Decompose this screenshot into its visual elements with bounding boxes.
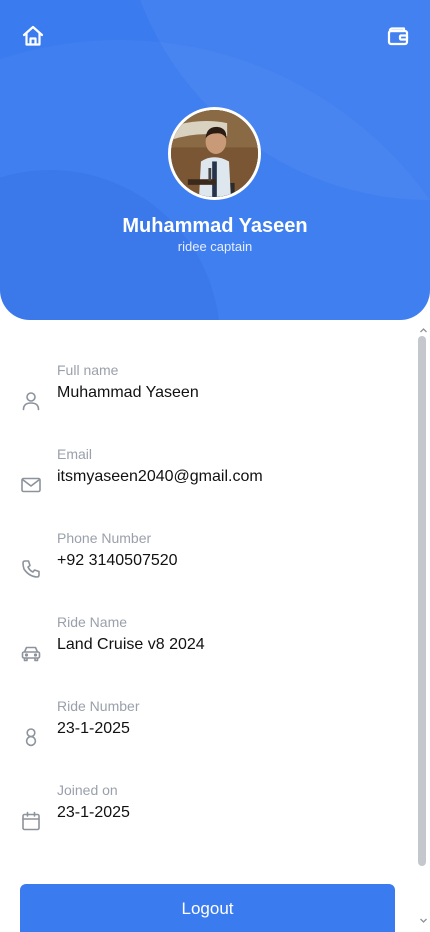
field-label: Ride Number <box>57 698 140 714</box>
field-value: itsmyaseen2040@gmail.com <box>57 468 263 485</box>
scroll-down-arrow-icon[interactable] <box>419 912 428 923</box>
field-value: Muhammad Yaseen <box>57 384 199 401</box>
field-joined-on: Joined on 23-1-2025 <box>0 782 410 842</box>
field-value: 23-1-2025 <box>57 804 130 821</box>
field-full-name: Full name Muhammad Yaseen <box>0 362 410 422</box>
field-label: Full name <box>57 362 119 378</box>
field-value: +92 3140507520 <box>57 552 178 569</box>
home-icon[interactable] <box>21 24 45 48</box>
profile-photo <box>171 110 258 197</box>
profile-role: ridee captain <box>177 239 253 254</box>
logout-button[interactable]: Logout <box>20 884 395 932</box>
car-icon <box>20 642 42 664</box>
field-label: Joined on <box>57 782 118 798</box>
wallet-icon[interactable] <box>386 24 410 48</box>
field-value: 23-1-2025 <box>57 720 130 737</box>
scroll-up-arrow-icon[interactable] <box>419 322 428 333</box>
scrollbar-thumb[interactable] <box>418 336 426 866</box>
field-phone: Phone Number +92 3140507520 <box>0 530 410 590</box>
number-eight-icon <box>20 726 42 748</box>
field-value: Land Cruise v8 2024 <box>57 636 205 653</box>
profile-header: Muhammad Yaseen ridee captain <box>0 0 430 320</box>
user-icon <box>20 390 42 412</box>
avatar[interactable] <box>168 107 261 200</box>
profile-name: Muhammad Yaseen <box>122 215 308 237</box>
field-ride-number: Ride Number 23-1-2025 <box>0 698 410 758</box>
field-label: Ride Name <box>57 614 128 630</box>
field-ride-name: Ride Name Land Cruise v8 2024 <box>0 614 410 674</box>
mail-icon <box>20 474 42 496</box>
field-label: Email <box>57 446 93 462</box>
phone-icon <box>20 558 42 580</box>
calendar-icon <box>20 810 42 832</box>
field-label: Phone Number <box>57 530 152 546</box>
scrollbar[interactable] <box>417 320 430 932</box>
field-email: Email itsmyaseen2040@gmail.com <box>0 446 410 506</box>
